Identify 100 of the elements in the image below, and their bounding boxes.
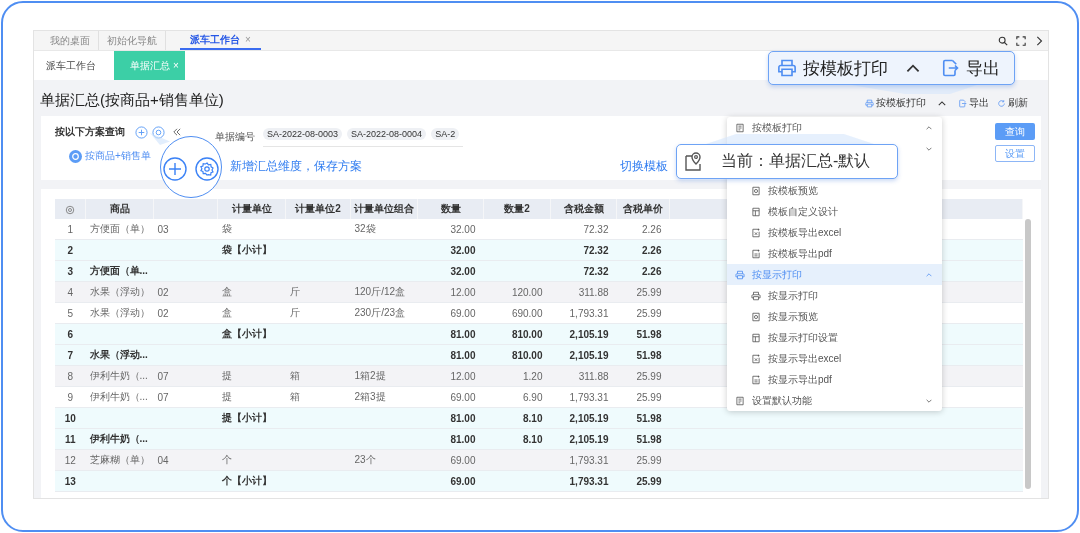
menu-item[interactable]: 按模板导出excel [727, 222, 942, 243]
tab[interactable]: 我的桌面 [42, 31, 99, 50]
fullscreen-icon[interactable] [1016, 35, 1026, 46]
table-cell: 箱 [289, 370, 300, 381]
table-cell: 07 [157, 370, 169, 382]
column-header: 含税单价 [623, 203, 663, 214]
chevron-right-icon[interactable] [1034, 35, 1044, 46]
table-cell: 袋 [221, 223, 232, 234]
order-number-field[interactable]: SA-2022-08-0003 SA-2022-08-0004 SA-2 [263, 128, 463, 147]
tag: SA-2022-08-0003 [263, 128, 343, 140]
table-cell: 07 [157, 391, 169, 403]
table-cell: 1,793.31 [569, 454, 609, 466]
row-number: 11 [64, 433, 76, 445]
table-cell: 23个 [354, 454, 376, 465]
table-cell: 盒 [221, 307, 232, 318]
table-cell: 51.98 [636, 328, 662, 340]
menu-item[interactable]: 按显示预览 [727, 306, 942, 327]
table-cell: 斤 [289, 286, 300, 297]
table-cell: 2.26 [642, 223, 662, 235]
table-cell: 2,105.19 [569, 328, 609, 340]
table-cell: 12.00 [450, 286, 476, 298]
table-cell: 箱 [289, 391, 300, 402]
table-cell: 1,793.31 [569, 475, 609, 487]
file-export-icon [751, 374, 761, 385]
table-cell: 69.00 [450, 391, 476, 403]
table-cell: 1,793.31 [569, 307, 609, 319]
table-cell: 02 [157, 286, 169, 298]
table-cell: 水果（浮动） [89, 307, 150, 318]
table-cell: 69.00 [450, 475, 476, 487]
column-header: 计量单位 [231, 203, 272, 214]
menu-item[interactable]: 按显示导出excel [727, 348, 942, 369]
callout-label: 按模板打印 [803, 57, 888, 80]
scheme-item[interactable]: 按商品+销售单 [69, 149, 151, 163]
preview-icon [751, 311, 761, 322]
page-title: 单据汇总(按商品+销售单位) [40, 91, 224, 110]
table-cell: 230斤/23盒 [354, 307, 406, 318]
field-label: 单据编号 [215, 130, 255, 144]
table-cell: 72.32 [583, 265, 609, 277]
table-cell: 提【小计】 [221, 412, 272, 423]
tab[interactable]: 派车工作台 [34, 51, 108, 80]
add-icon[interactable] [135, 125, 148, 139]
table-cell: 提 [221, 370, 232, 381]
table-cell: 2,105.19 [569, 349, 609, 361]
table-cell: 8.10 [523, 433, 543, 445]
menu-item[interactable]: 按显示导出pdf [727, 369, 942, 390]
menu-item[interactable]: 按显示打印设置 [727, 327, 942, 348]
column-header: 数量 [440, 203, 461, 214]
export-icon [940, 58, 960, 78]
table-cell: 03 [157, 223, 169, 235]
spreadsheet-export-icon [751, 227, 761, 238]
table-cell: 32.00 [450, 265, 476, 277]
table-cell: 690.00 [511, 307, 543, 319]
table-cell: 810.00 [511, 349, 543, 361]
switch-template-link[interactable]: 切换模板 [620, 158, 668, 175]
table-cell: 69.00 [450, 454, 476, 466]
column-header: 计量单位2 [295, 203, 341, 214]
layout-icon [751, 332, 761, 343]
table-cell: 51.98 [636, 412, 662, 424]
settings-icon[interactable] [65, 204, 75, 215]
print-button[interactable]: 按模板打印 [865, 96, 926, 110]
printer-icon [751, 290, 761, 301]
settings-icon[interactable] [152, 125, 165, 139]
column-header: 数量2 [504, 203, 530, 214]
table-cell: 25.99 [636, 391, 662, 403]
printer-icon [735, 269, 745, 280]
table-cell: 72.32 [583, 244, 609, 256]
table-cell: 1,793.31 [569, 391, 609, 403]
column-header: 计量单位组合 [354, 203, 414, 214]
table-cell: 25.99 [636, 454, 662, 466]
spreadsheet-export-icon [751, 353, 761, 364]
preview-icon [751, 185, 761, 196]
table-cell: 51.98 [636, 433, 662, 445]
menu-item[interactable]: 按显示打印 [727, 285, 942, 306]
table-cell: 120斤/12盒 [354, 286, 406, 297]
callout-label: 当前：单据汇总-默认 [721, 151, 871, 171]
row-number: 12 [64, 454, 76, 466]
callout-beam [150, 133, 170, 145]
table-cell: 311.88 [578, 370, 609, 382]
double-chevron-left-icon[interactable] [173, 128, 181, 136]
table-cell: 袋【小计】 [221, 244, 272, 255]
table-cell: 2.26 [642, 244, 662, 256]
menu-item[interactable]: 按模板导出pdf [727, 243, 942, 264]
menu-item[interactable]: 模板自定义设计 [727, 201, 942, 222]
menu-group[interactable]: 按模板打印 [727, 117, 942, 138]
table-cell: 810.00 [511, 328, 543, 340]
menu-group[interactable]: 设置默认功能 [727, 390, 942, 411]
settings-icon [195, 157, 219, 181]
table-cell: 芝麻糊（单） [89, 454, 150, 465]
row-number: 4 [67, 286, 74, 298]
table-cell: 04 [157, 454, 169, 466]
table-cell: 提 [221, 391, 232, 402]
table-cell: 2箱3提 [354, 391, 386, 402]
refresh-button[interactable]: 刷新 [997, 96, 1028, 110]
table-cell: 72.32 [583, 223, 609, 235]
search-icon[interactable] [998, 35, 1008, 46]
scrollbar[interactable] [1025, 219, 1031, 489]
export-button[interactable]: 导出 [958, 96, 989, 110]
table-cell: 2,105.19 [569, 433, 609, 445]
callout-label: 导出 [966, 57, 1000, 80]
menu-item[interactable]: 按模板预览 [727, 180, 942, 201]
